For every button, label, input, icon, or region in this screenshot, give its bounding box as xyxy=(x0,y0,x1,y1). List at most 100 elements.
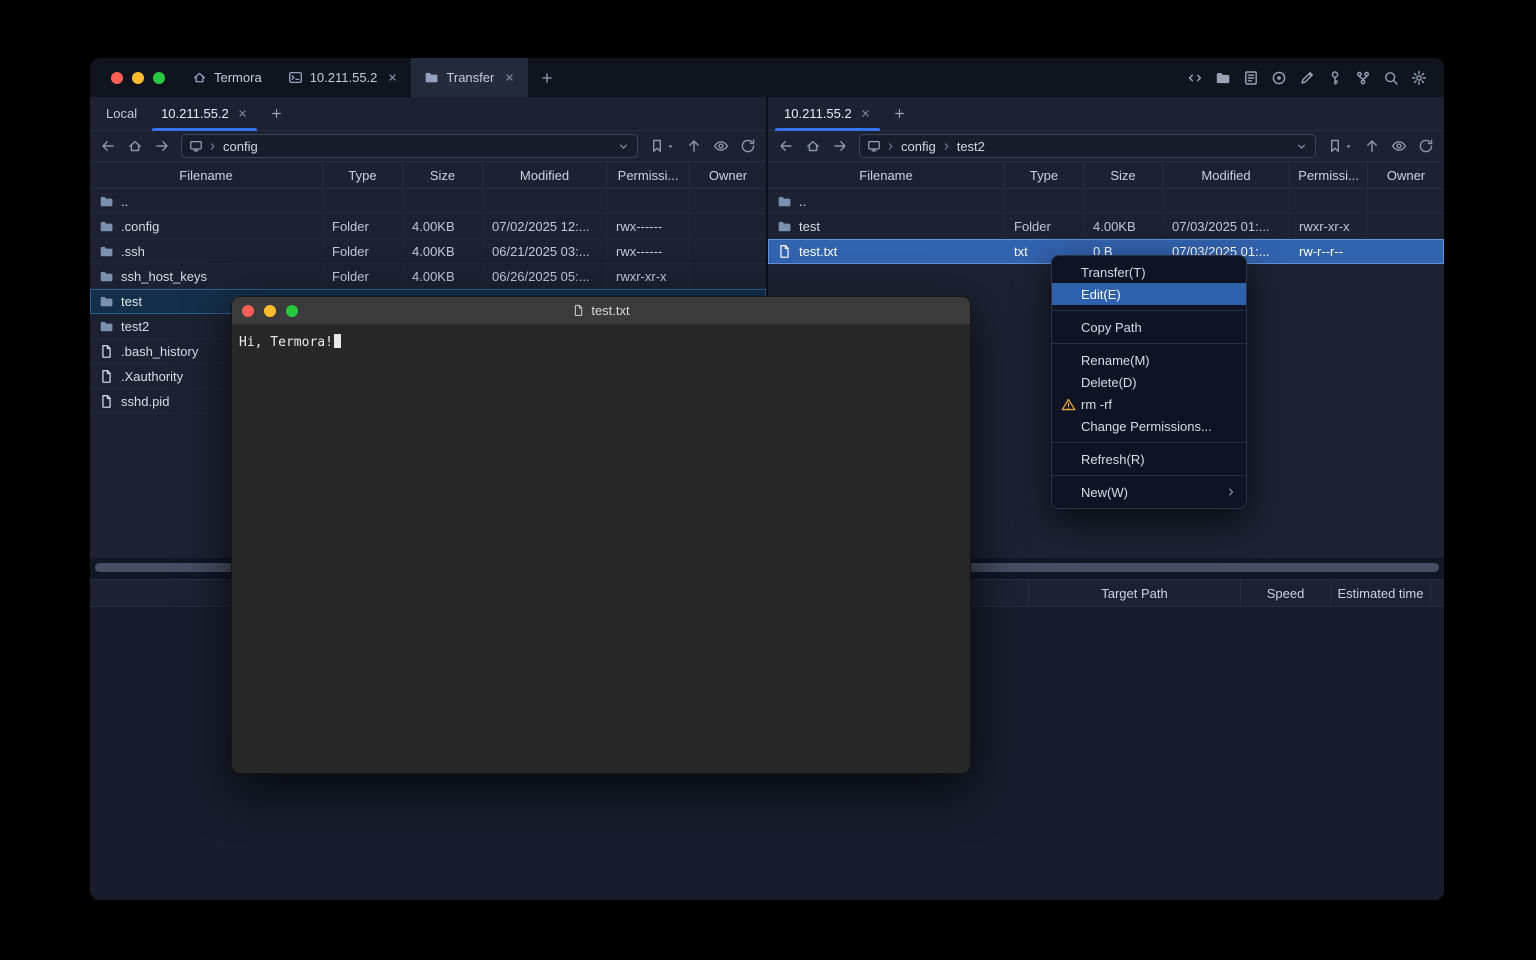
file-row-ssh[interactable]: .sshFolder4.00KB06/21/2025 03:...rwx----… xyxy=(90,239,766,264)
file-row-test[interactable]: testFolder4.00KB07/03/2025 01:...rwxr-xr… xyxy=(768,214,1444,239)
bookmark-icon xyxy=(1327,138,1343,154)
tab-close-button[interactable] xyxy=(237,108,248,119)
right-refresh-button[interactable] xyxy=(1418,138,1434,154)
titlebar-folder-button[interactable] xyxy=(1215,70,1231,86)
tab-close-button[interactable] xyxy=(387,72,398,83)
editor-content[interactable]: Hi, Termora! xyxy=(232,325,970,360)
menu-item-change-permissions[interactable]: Change Permissions... xyxy=(1052,415,1246,437)
menu-item-new-w[interactable]: New(W) xyxy=(1052,481,1246,503)
cell-owner xyxy=(690,189,766,214)
right-path-dropdown-icon[interactable] xyxy=(1295,140,1308,153)
titlebar-tab-termora[interactable]: Termora xyxy=(179,58,275,97)
arrow-right-icon xyxy=(154,138,170,154)
column-header-modified[interactable]: Modified xyxy=(1163,162,1290,188)
breadcrumb-segment[interactable]: config xyxy=(221,139,260,154)
menu-item-copy-path[interactable]: Copy Path xyxy=(1052,316,1246,338)
tab-label: 10.211.55.2 xyxy=(310,70,378,85)
titlebar-gear-button[interactable] xyxy=(1411,70,1427,86)
chevron-right-icon xyxy=(941,141,952,152)
menu-item-refresh-r[interactable]: Refresh(R) xyxy=(1052,448,1246,470)
column-header-modified[interactable]: Modified xyxy=(483,162,607,188)
cell-modified xyxy=(483,189,607,214)
titlebar-branch-button[interactable] xyxy=(1355,70,1371,86)
left-show-hidden-button[interactable] xyxy=(713,138,729,154)
editor-titlebar[interactable]: test.txt xyxy=(232,297,970,325)
column-header-permissi[interactable]: Permissi... xyxy=(1290,162,1368,188)
right-home-button[interactable] xyxy=(805,138,821,154)
titlebar-tab-transfer[interactable]: Transfer xyxy=(411,58,528,97)
column-header-owner[interactable]: Owner xyxy=(1368,162,1444,188)
column-header-permissi[interactable]: Permissi... xyxy=(607,162,690,188)
column-header-filename[interactable]: Filename xyxy=(90,162,323,188)
column-header-filename[interactable]: Filename xyxy=(768,162,1005,188)
left-path-input[interactable]: config xyxy=(181,134,638,158)
filename-label: .Xauthority xyxy=(121,369,183,384)
titlebar-edit-button[interactable] xyxy=(1299,70,1315,86)
titlebar-code-button[interactable] xyxy=(1187,70,1203,86)
caret-down-icon xyxy=(666,142,675,151)
caret-down-icon xyxy=(1344,142,1353,151)
tab-label: Termora xyxy=(214,70,262,85)
file-row-config[interactable]: .configFolder4.00KB07/02/2025 12:...rwx-… xyxy=(90,214,766,239)
left-back-button[interactable] xyxy=(100,138,116,154)
titlebar-key-button[interactable] xyxy=(1327,70,1343,86)
column-header-size[interactable]: Size xyxy=(1084,162,1163,188)
column-header-size[interactable]: Size xyxy=(403,162,483,188)
column-header-owner[interactable]: Owner xyxy=(690,162,766,188)
tab-label: 10.211.55.2 xyxy=(784,106,852,121)
left-tab-local[interactable]: Local xyxy=(94,97,149,130)
right-show-hidden-button[interactable] xyxy=(1391,138,1407,154)
menu-item-delete-d[interactable]: Delete(D) xyxy=(1052,371,1246,393)
menu-item-transfer-t[interactable]: Transfer(T) xyxy=(1052,261,1246,283)
tab-close-button[interactable] xyxy=(860,108,871,119)
left-path-dropdown-icon[interactable] xyxy=(617,140,630,153)
titlebar-log-button[interactable] xyxy=(1243,70,1259,86)
right-up-button[interactable] xyxy=(1364,138,1380,154)
column-header-target-path[interactable]: Target Path xyxy=(1028,580,1240,606)
left-tab-10-211-55-2[interactable]: 10.211.55.2 xyxy=(149,97,260,130)
menu-separator xyxy=(1052,475,1246,476)
column-header-type[interactable]: Type xyxy=(323,162,403,188)
zoom-button[interactable] xyxy=(153,72,165,84)
right-bookmark-button[interactable] xyxy=(1327,138,1353,154)
context-menu: Transfer(T)Edit(E) Copy Path Rename(M)Dele… xyxy=(1051,255,1247,509)
close-button[interactable] xyxy=(111,72,123,84)
left-new-tab-button[interactable] xyxy=(260,97,293,130)
editor-close-button[interactable] xyxy=(242,305,254,317)
right-forward-button[interactable] xyxy=(832,138,848,154)
left-home-button[interactable] xyxy=(127,138,143,154)
breadcrumb-segment[interactable]: config xyxy=(899,139,938,154)
file-row-parent[interactable]: .. xyxy=(768,189,1444,214)
editor-minimize-button[interactable] xyxy=(264,305,276,317)
right-tab-10-211-55-2[interactable]: 10.211.55.2 xyxy=(772,97,883,130)
cell-permissions: rw-r--r-- xyxy=(1290,239,1368,264)
editor-zoom-button[interactable] xyxy=(286,305,298,317)
right-new-tab-button[interactable] xyxy=(883,97,916,130)
menu-item-edit-e[interactable]: Edit(E) xyxy=(1052,283,1246,305)
menu-item-rm-rf[interactable]: rm -rf xyxy=(1052,393,1246,415)
left-refresh-button[interactable] xyxy=(740,138,756,154)
left-bookmark-button[interactable] xyxy=(649,138,675,154)
column-header-speed[interactable]: Speed xyxy=(1240,580,1330,606)
titlebar-tab-10-211-55-2[interactable]: 10.211.55.2 xyxy=(275,58,412,97)
breadcrumb-separator xyxy=(941,141,952,152)
filename-label: .. xyxy=(799,194,806,209)
arrow-left-icon xyxy=(778,138,794,154)
left-forward-button[interactable] xyxy=(154,138,170,154)
titlebar-search-button[interactable] xyxy=(1383,70,1399,86)
titlebar-record-button[interactable] xyxy=(1271,70,1287,86)
breadcrumb-segment[interactable]: test2 xyxy=(955,139,987,154)
column-header-type[interactable]: Type xyxy=(1005,162,1084,188)
menu-item-rename-m[interactable]: Rename(M) xyxy=(1052,349,1246,371)
file-row-ssh-host-keys[interactable]: ssh_host_keysFolder4.00KB06/26/2025 05:.… xyxy=(90,264,766,289)
column-header-estimated-time[interactable]: Estimated time xyxy=(1330,580,1430,606)
tab-close-button[interactable] xyxy=(504,72,515,83)
file-row-parent[interactable]: .. xyxy=(90,189,766,214)
plus-icon xyxy=(270,107,283,120)
left-up-button[interactable] xyxy=(686,138,702,154)
new-terminal-tab-button[interactable] xyxy=(528,71,566,85)
right-path-input[interactable]: config test2 xyxy=(859,134,1316,158)
refresh-icon xyxy=(740,138,756,154)
minimize-button[interactable] xyxy=(132,72,144,84)
right-back-button[interactable] xyxy=(778,138,794,154)
